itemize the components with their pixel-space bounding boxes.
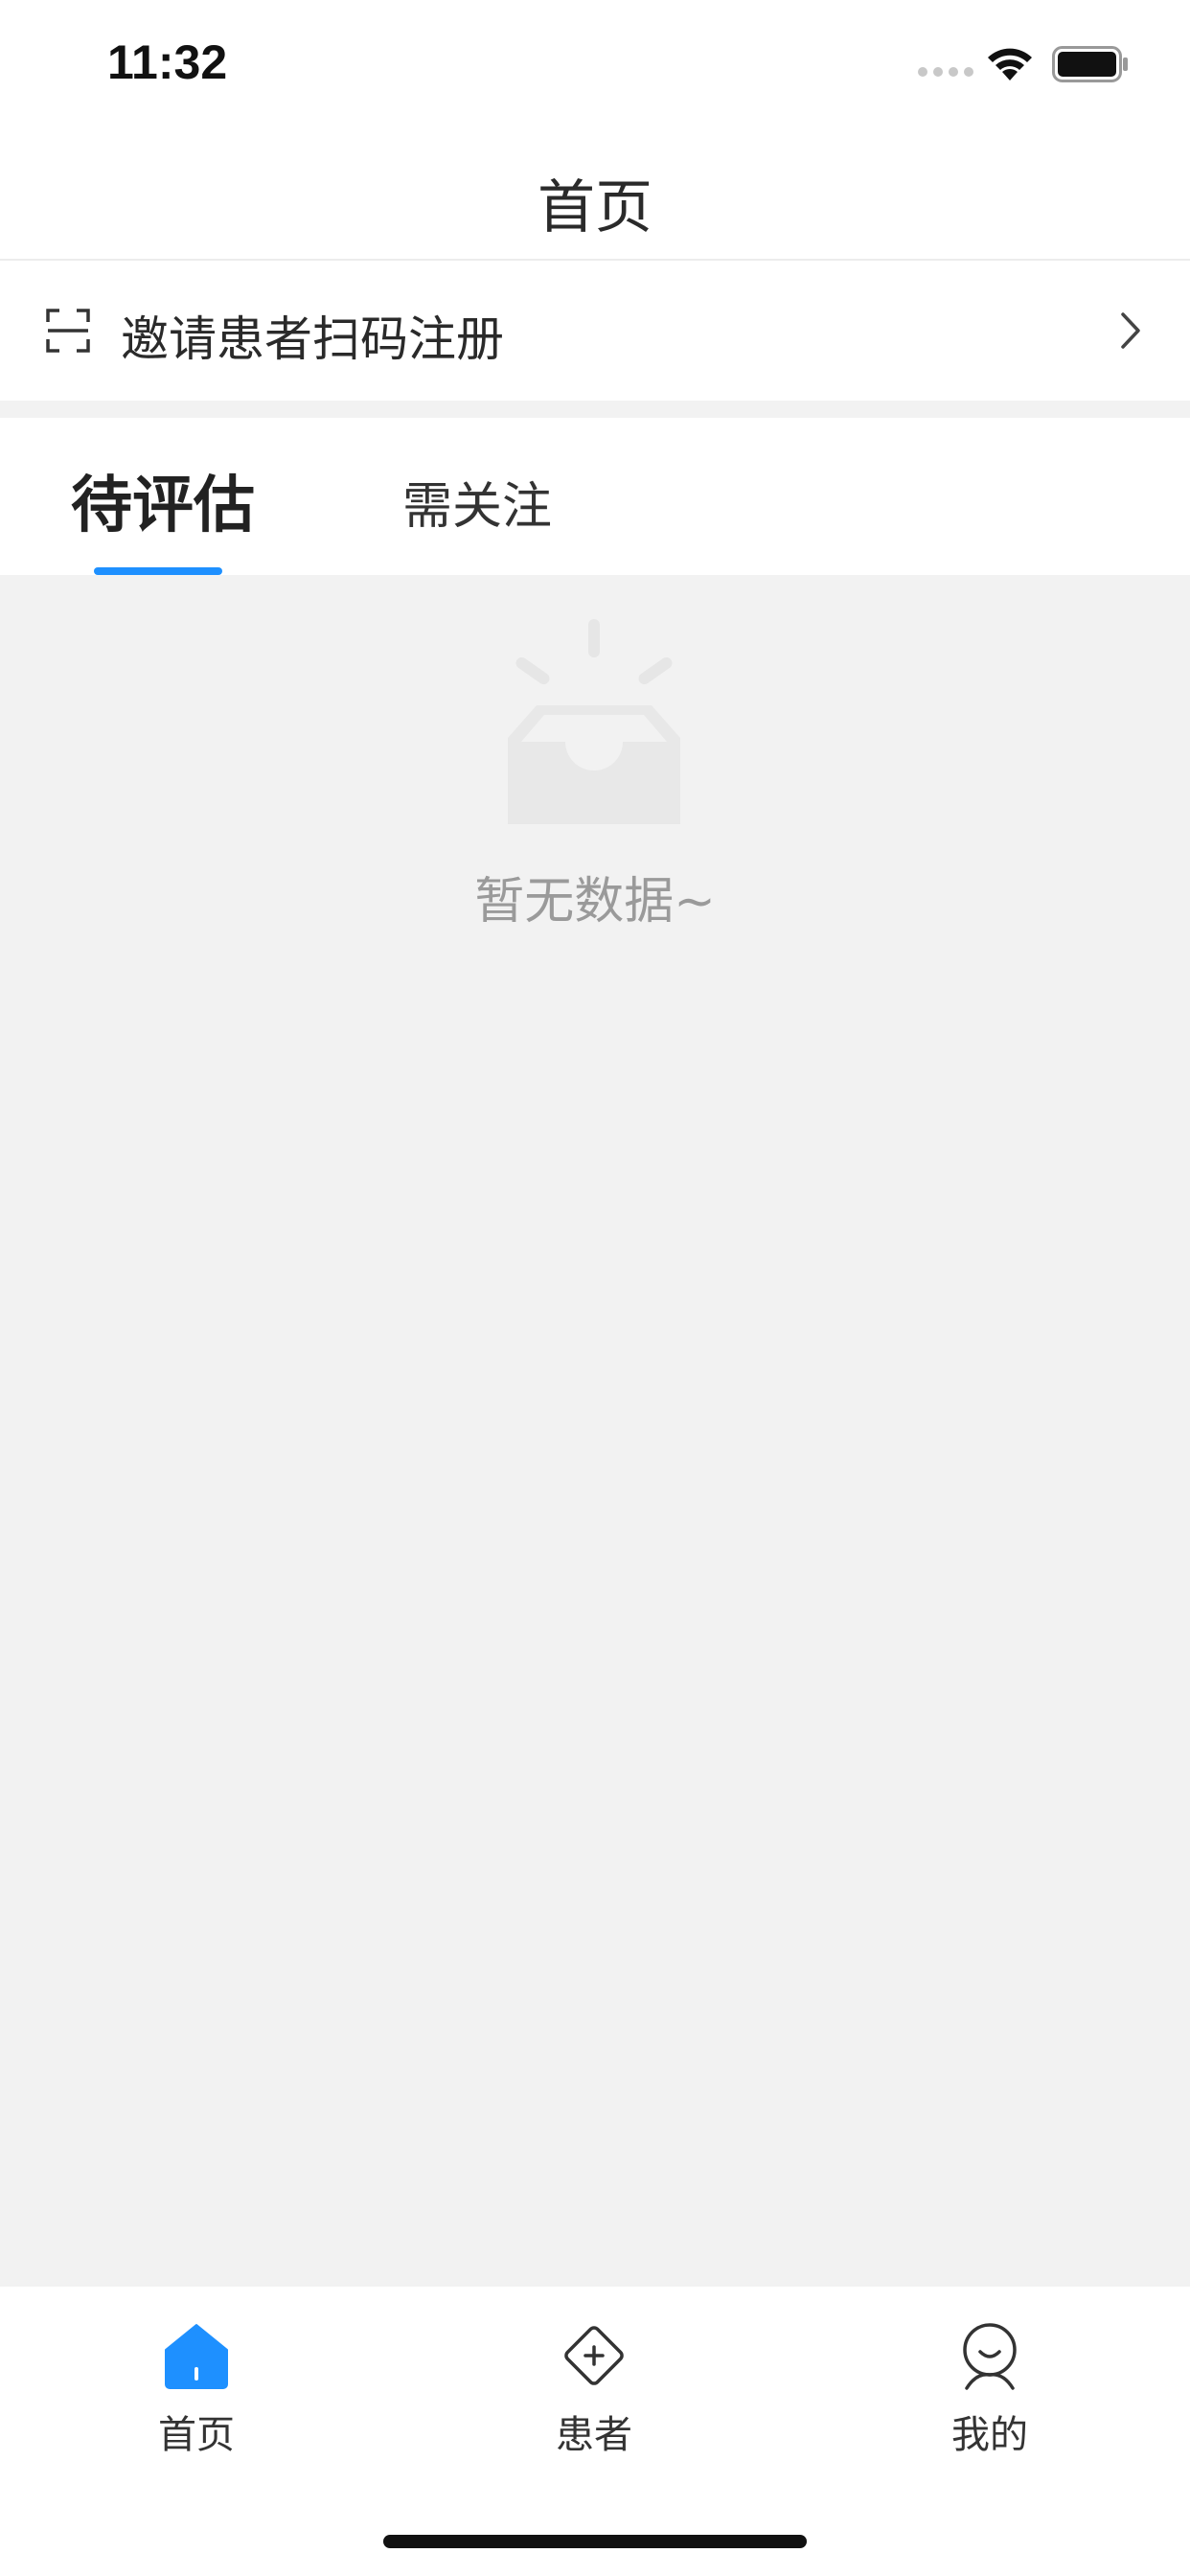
tabbar-label-mine: 我的 xyxy=(951,2413,1028,2457)
tabbar-item-mine[interactable]: 我的 xyxy=(894,2321,1086,2465)
home-icon xyxy=(165,2324,228,2389)
patient-plus-icon xyxy=(564,2326,624,2385)
tabbar-label-patients: 患者 xyxy=(556,2413,632,2457)
tabbar-label-home: 首页 xyxy=(158,2413,235,2457)
page-title: 首页 xyxy=(538,174,652,242)
battery-icon xyxy=(1052,46,1128,82)
tab-active-indicator xyxy=(94,567,222,575)
cellular-signal-icon xyxy=(918,67,973,79)
wifi-icon xyxy=(988,48,1032,80)
tabs: 待评估 需关注 xyxy=(0,418,1190,575)
empty-state-text: 暂无数据~ xyxy=(474,873,716,931)
scan-icon xyxy=(46,309,90,353)
status-time: 11:32 xyxy=(107,35,228,89)
chevron-right-icon xyxy=(1121,312,1140,349)
status-bar: 11:32 xyxy=(0,0,1190,126)
empty-inbox-icon xyxy=(508,619,680,824)
home-indicator[interactable] xyxy=(383,2535,807,2548)
profile-icon xyxy=(963,2323,1017,2390)
tabbar-item-home[interactable]: 首页 xyxy=(101,2321,292,2465)
invite-patient-row[interactable]: 邀请患者扫码注册 xyxy=(0,261,1190,401)
bottom-tab-bar: 首页 患者 我的 xyxy=(0,2287,1190,2576)
tabbar-item-patients[interactable]: 患者 xyxy=(498,2321,690,2465)
invite-label: 邀请患者扫码注册 xyxy=(121,311,504,367)
tab-needs-attention[interactable]: 需关注 xyxy=(402,466,552,538)
tab-pending-assessment[interactable]: 待评估 xyxy=(71,456,255,544)
navigation-bar: 首页 xyxy=(0,126,1190,261)
